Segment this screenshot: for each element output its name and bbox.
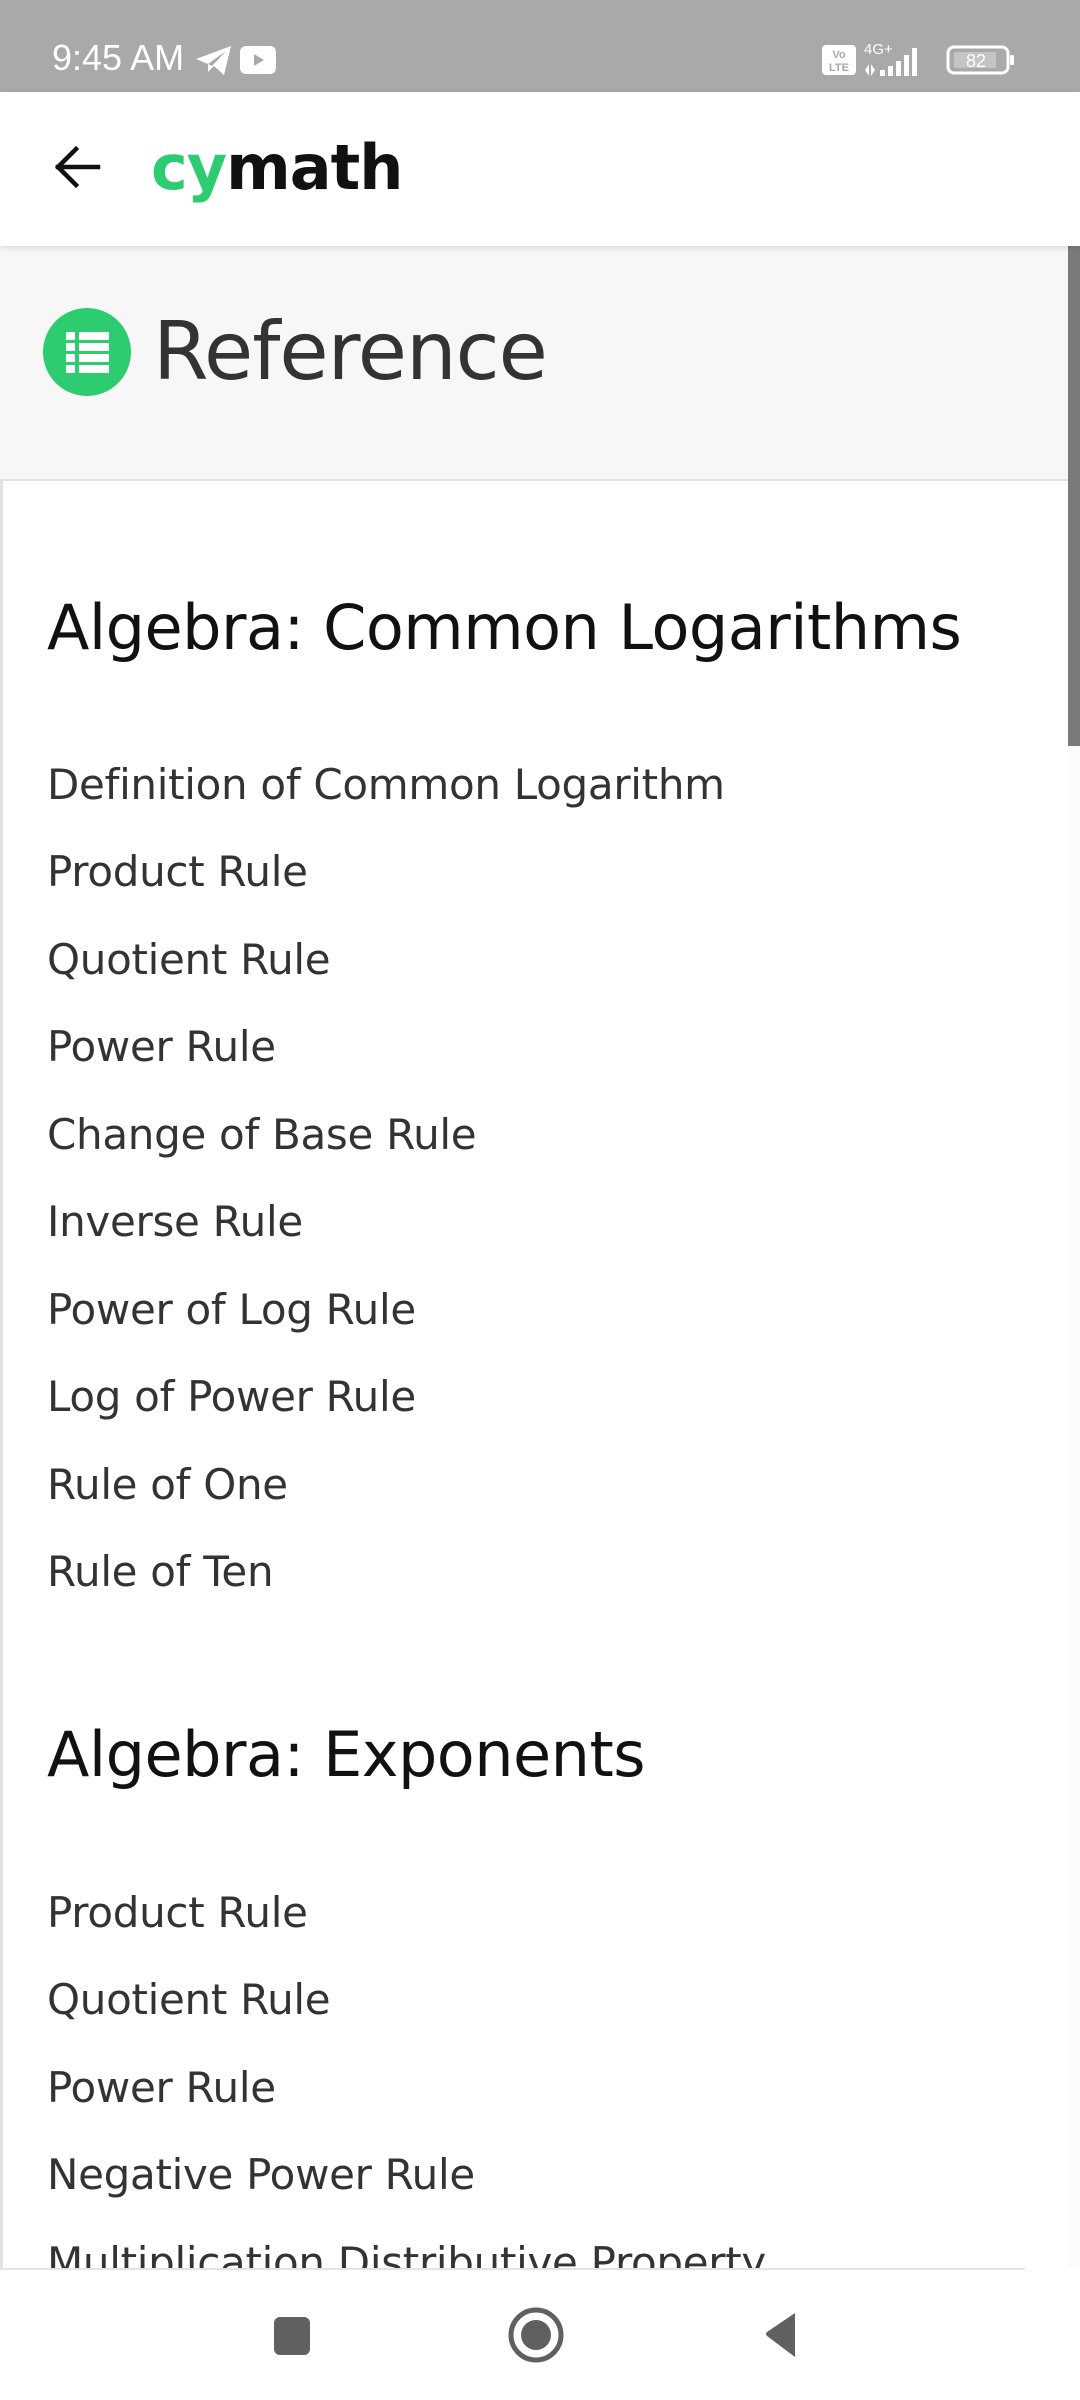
logo-math: math <box>226 131 403 204</box>
list-icon <box>43 308 131 396</box>
list-item[interactable]: Rule of One <box>47 1457 288 1513</box>
list-item[interactable]: Rule of Ten <box>47 1544 274 1600</box>
page-header: Reference <box>0 246 1068 481</box>
status-bar: 9:45 AM Vo LTE 4G+ 82 <box>0 0 1080 92</box>
list-item[interactable]: Multiplication Distributive Property <box>47 2235 766 2268</box>
list-item[interactable]: Change of Base Rule <box>47 1107 477 1163</box>
logo-cy: cy <box>151 131 227 204</box>
home-button[interactable] <box>501 2304 571 2366</box>
system-nav-bar <box>0 2270 1080 2400</box>
arrow-left-icon <box>54 145 101 189</box>
list-item[interactable]: Power of Log Rule <box>47 1282 416 1338</box>
list-item[interactable]: Product Rule <box>47 844 308 900</box>
signal-icon: 4G+ <box>864 41 917 76</box>
list-item[interactable]: Negative Power Rule <box>47 2147 475 2203</box>
list-item[interactable]: Quotient Rule <box>47 1972 331 2028</box>
app-bar: cymath <box>0 92 1080 246</box>
youtube-icon <box>240 46 276 74</box>
volte-icon: Vo LTE <box>822 45 856 75</box>
svg-text:4G+: 4G+ <box>864 41 893 58</box>
section-heading: Algebra: Exponents <box>47 1718 646 1791</box>
list-item[interactable]: Product Rule <box>47 1885 308 1941</box>
back-nav-button[interactable] <box>745 2304 815 2366</box>
telegram-icon <box>196 46 231 75</box>
reference-content: Algebra: Common Logarithms Definition of… <box>0 481 1068 2268</box>
back-triangle-icon <box>766 2313 795 2357</box>
list-item[interactable]: Quotient Rule <box>47 932 331 988</box>
back-button[interactable] <box>46 136 108 198</box>
list-item[interactable]: Definition of Common Logarithm <box>47 757 725 813</box>
recents-button[interactable] <box>257 2304 327 2366</box>
status-time: 9:45 AM <box>52 37 185 78</box>
battery-icon: 82 <box>946 45 1014 75</box>
home-circle-icon <box>508 2307 564 2363</box>
svg-text:Vo: Vo <box>832 49 846 61</box>
section-heading: Algebra: Common Logarithms <box>47 591 962 664</box>
list-item[interactable]: Inverse Rule <box>47 1194 303 1250</box>
list-item[interactable]: Log of Power Rule <box>47 1369 416 1425</box>
list-item[interactable]: Power Rule <box>47 2060 276 2116</box>
list-item[interactable]: Power Rule <box>47 1019 276 1075</box>
cymath-logo[interactable]: cymath <box>151 128 403 208</box>
recents-square-icon <box>274 2317 310 2355</box>
svg-text:82: 82 <box>966 51 986 71</box>
scrollbar-thumb[interactable] <box>1068 246 1080 746</box>
svg-text:LTE: LTE <box>829 62 849 74</box>
page-title: Reference <box>153 305 548 398</box>
